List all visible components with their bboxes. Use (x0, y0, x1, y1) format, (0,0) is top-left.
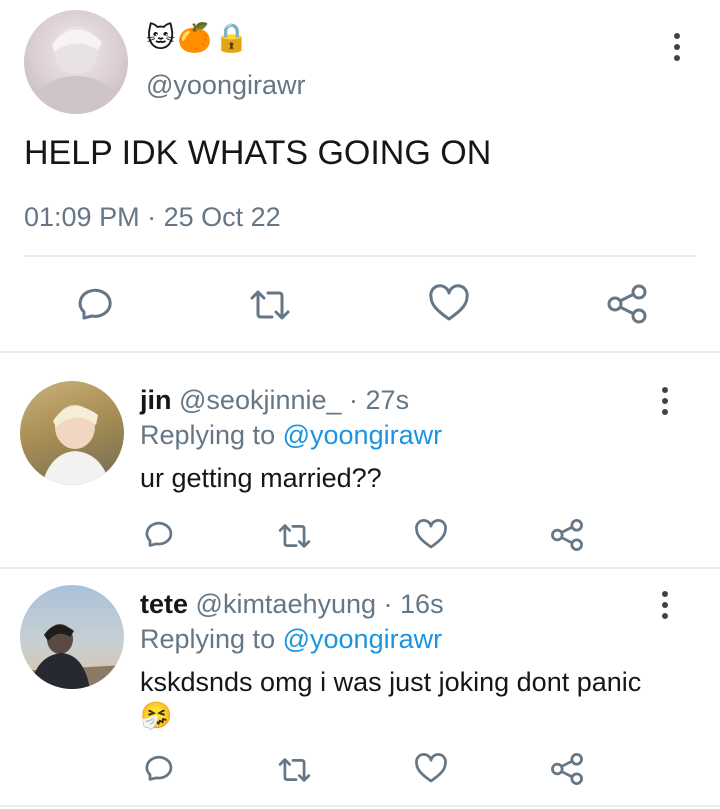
reply-header: jin @seokjinnie_ · 27s (140, 383, 409, 417)
timestamp-divider (24, 255, 696, 257)
reply-name[interactable]: tete (140, 589, 188, 619)
like-icon[interactable] (428, 284, 470, 324)
reply-icon[interactable] (142, 753, 174, 785)
tweet-timestamp: 01:09 PM · 25 Oct 22 (24, 199, 281, 235)
reply-tweet[interactable]: tete @kimtaehyung · 16s Replying to @yoo… (0, 569, 720, 805)
reply-text-line: kskdsnds omg i was just joking dont pani… (140, 667, 642, 697)
replying-to: Replying to @yoongirawr (140, 418, 442, 452)
retweet-icon[interactable] (276, 520, 313, 552)
sneezing-face-emoji: 🤧 (140, 700, 173, 730)
replying-to: Replying to @yoongirawr (140, 622, 442, 656)
more-options-icon[interactable] (674, 33, 680, 66)
reply-time: · 16s (383, 589, 444, 619)
avatar[interactable] (20, 585, 124, 689)
reply-header: tete @kimtaehyung · 16s (140, 587, 444, 621)
tweet-time: 01:09 PM (24, 202, 140, 232)
replying-to-handle-link[interactable]: @yoongirawr (283, 624, 442, 654)
replying-to-label: Replying to (140, 420, 276, 450)
avatar[interactable] (20, 381, 124, 485)
like-icon[interactable] (414, 519, 448, 551)
share-icon[interactable] (606, 283, 648, 325)
display-name-emojis[interactable]: 🐱🍊🔒 (146, 19, 251, 57)
reply-time: · 27s (349, 385, 410, 415)
section-divider (0, 805, 720, 807)
like-icon[interactable] (414, 753, 448, 785)
reply-icon[interactable] (142, 519, 174, 551)
avatar[interactable] (24, 10, 128, 114)
more-options-icon[interactable] (662, 387, 668, 420)
reply-icon[interactable] (74, 285, 114, 325)
share-icon[interactable] (550, 752, 584, 786)
retweet-icon[interactable] (276, 754, 313, 786)
reply-text: ur getting married?? (140, 463, 382, 493)
reply-name[interactable]: jin (140, 385, 172, 415)
more-options-icon[interactable] (662, 591, 668, 624)
replying-to-label: Replying to (140, 624, 276, 654)
replying-to-handle-link[interactable]: @yoongirawr (283, 420, 442, 450)
retweet-icon[interactable] (247, 285, 293, 325)
timestamp-separator: · (147, 202, 157, 232)
tweet-text: HELP IDK WHATS GOING ON (24, 134, 492, 172)
reply-handle[interactable]: @seokjinnie_ (179, 385, 342, 415)
reply-tweet[interactable]: jin @seokjinnie_ · 27s Replying to @yoon… (0, 353, 720, 567)
main-tweet: 🐱🍊🔒 @yoongirawr HELP IDK WHATS GOING ON … (0, 0, 720, 352)
reply-text: kskdsnds omg i was just joking dont pani… (140, 665, 700, 731)
reply-handle[interactable]: @kimtaehyung (196, 589, 377, 619)
handle[interactable]: @yoongirawr (146, 67, 305, 103)
share-icon[interactable] (550, 518, 584, 552)
tweet-date: 25 Oct 22 (163, 202, 281, 232)
